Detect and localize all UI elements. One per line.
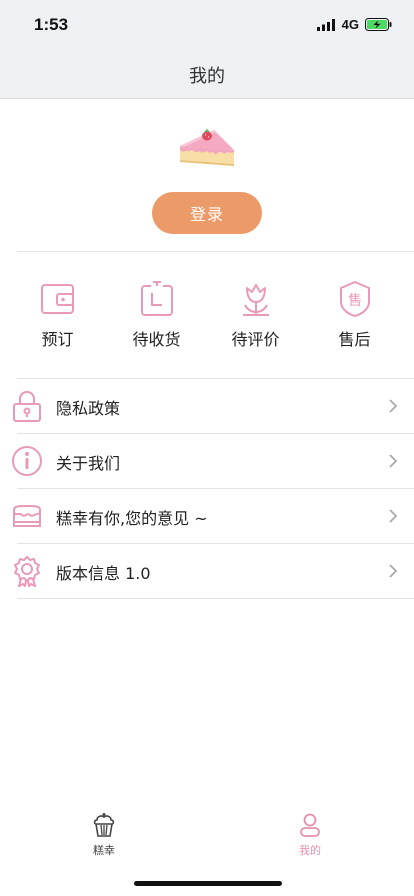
order-to-receive-label: 待收货 [132,330,181,349]
menu-version-info[interactable]: 版本信息 1.0 [14,544,414,599]
nav-bar: 我的 [0,52,414,99]
menu-privacy-policy-label: 隐私政策 [56,399,121,418]
user-icon [300,813,320,837]
home-indicator [134,881,282,886]
battery-icon [365,18,392,31]
shield-icon: 售 [339,280,370,318]
order-to-review[interactable]: 待评价 [206,280,305,352]
package-icon [140,281,173,316]
menu-feedback-label: 糕幸有你,您的意见 ~ [56,509,208,528]
menu-version-info-label: 版本信息 1.0 [56,564,151,583]
order-reserve-label: 预订 [41,330,74,349]
lock-icon [13,390,41,422]
cupcake-icon [93,813,115,837]
svg-text:售: 售 [348,293,362,309]
menu-about-us-label: 关于我们 [56,454,121,473]
order-reserve[interactable]: 预订 [8,280,107,352]
status-time: 1:53 [34,15,69,34]
network-type: 4G [341,17,359,32]
order-shortcuts: 预订 待收货 待评价 售 售后 [8,280,404,352]
divider [17,251,414,252]
status-indicators: 4G [316,17,392,32]
menu-feedback[interactable]: 糕幸有你,您的意见 ~ [13,489,414,544]
chevron-right-icon [389,399,398,413]
tab-mine[interactable]: 我的 [270,812,350,858]
info-icon [12,446,42,476]
login-button[interactable]: 登录 [152,192,262,234]
order-to-review-label: 待评价 [231,330,280,349]
signal-icon [316,18,335,31]
menu-about-us[interactable]: 关于我们 [12,434,414,489]
chevron-right-icon [389,564,398,578]
wallet-icon [40,284,74,314]
badge-icon [14,556,40,587]
order-after-sale-label: 售后 [338,330,371,349]
flower-icon [242,284,269,316]
cake-logo-icon [180,129,234,166]
tab-home[interactable]: 糕幸 [64,812,144,858]
tab-home-label: 糕幸 [93,844,115,857]
order-after-sale[interactable]: 售 售后 [305,280,404,352]
page-title: 我的 [189,66,225,87]
settings-list: 隐私政策 关于我们 糕幸有你,您的意见 ~ 版本信息 1.0 [0,379,414,599]
chevron-right-icon [389,509,398,523]
tab-mine-label: 我的 [299,844,321,857]
status-bar: 1:53 4G [0,0,414,52]
order-to-receive[interactable]: 待收货 [107,280,206,352]
menu-privacy-policy[interactable]: 隐私政策 [13,379,414,434]
cake-box-icon [13,505,41,527]
chevron-right-icon [389,454,398,468]
